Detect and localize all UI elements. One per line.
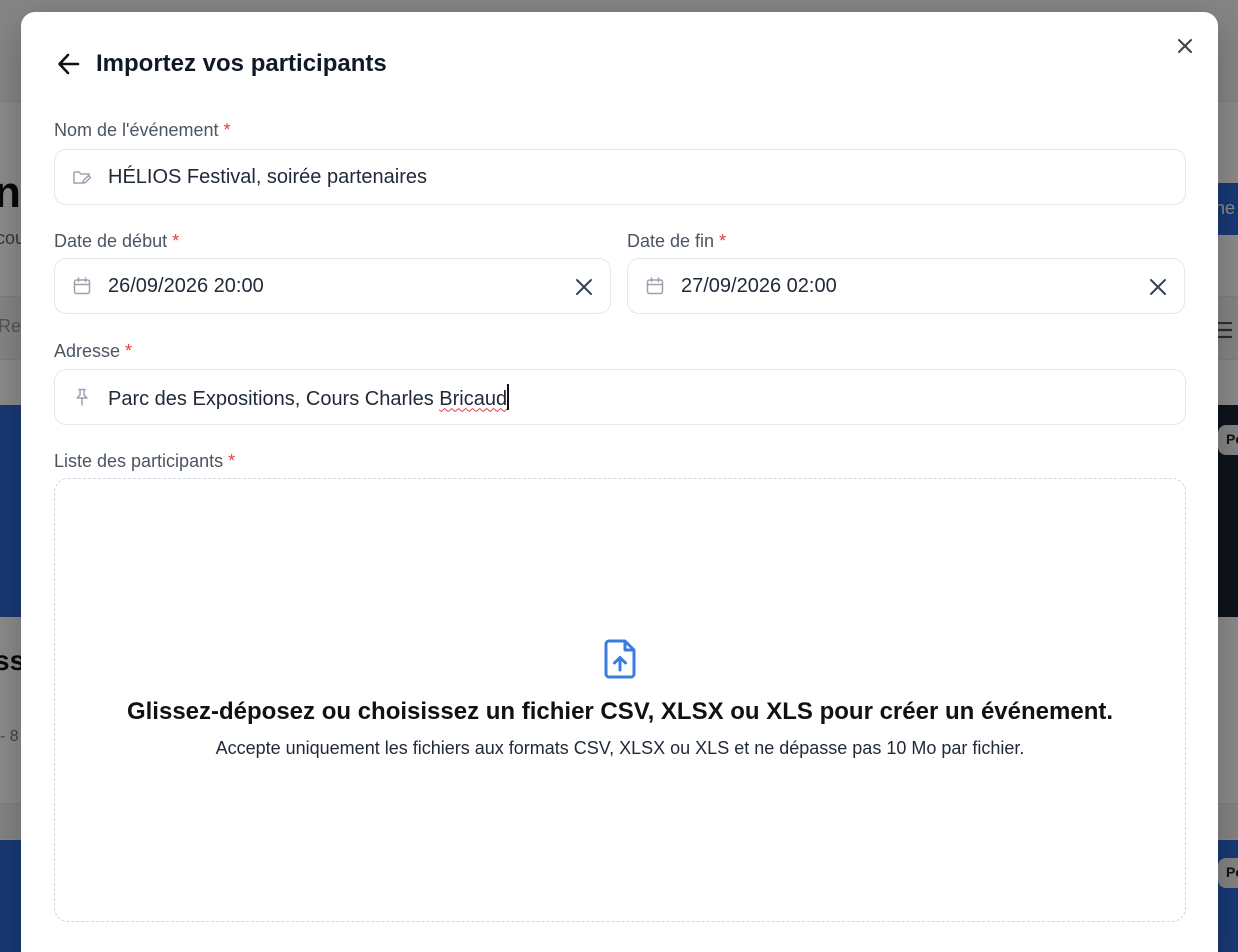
- file-upload-icon: [604, 639, 636, 679]
- file-dropzone[interactable]: Glissez-déposez ou choisissez un fichier…: [54, 478, 1186, 922]
- modal-header: Importez vos participants: [54, 48, 387, 80]
- end-date-clear-button[interactable]: [1146, 275, 1170, 299]
- required-mark: *: [719, 231, 727, 251]
- start-date-field[interactable]: 26/09/2026 20:00: [54, 258, 611, 314]
- modal-title: Importez vos participants: [96, 50, 387, 77]
- calendar-icon: [644, 275, 666, 297]
- start-date-label: Date de début *: [54, 231, 179, 252]
- clear-icon: [576, 279, 592, 295]
- start-date-label-text: Date de début: [54, 231, 168, 251]
- event-name-field[interactable]: HÉLIOS Festival, soirée partenaires: [54, 149, 1186, 205]
- required-mark: *: [223, 120, 231, 140]
- end-date-value: 27/09/2026 02:00: [681, 274, 837, 297]
- spellcheck-word: Bricaud: [439, 387, 508, 410]
- end-date-label: Date de fin *: [627, 231, 726, 252]
- required-mark: *: [125, 341, 133, 361]
- arrow-left-icon: [58, 53, 80, 75]
- dropzone-title: Glissez-déposez ou choisissez un fichier…: [126, 698, 1114, 725]
- address-label-text: Adresse: [54, 341, 121, 361]
- start-date-clear-button[interactable]: [572, 275, 596, 299]
- clear-icon: [1150, 279, 1166, 295]
- address-label: Adresse *: [54, 341, 132, 362]
- required-mark: *: [228, 451, 236, 471]
- pin-icon: [71, 386, 93, 408]
- event-name-label: Nom de l'événement *: [54, 120, 231, 141]
- text-caret: [507, 383, 509, 410]
- end-date-field[interactable]: 27/09/2026 02:00: [627, 258, 1185, 314]
- required-mark: *: [172, 231, 180, 251]
- end-date-label-text: Date de fin: [627, 231, 715, 251]
- participants-label-text: Liste des participants: [54, 451, 224, 471]
- event-name-label-text: Nom de l'événement: [54, 120, 219, 140]
- address-value-text: Parc des Expositions, Cours Charles: [108, 387, 440, 410]
- close-icon: [1178, 39, 1192, 53]
- close-button[interactable]: [1173, 34, 1197, 58]
- import-participants-modal: Importez vos participants Nom de l'événe…: [21, 12, 1218, 952]
- address-value: Parc des Expositions, Cours Charles Bric…: [108, 383, 509, 411]
- back-button[interactable]: [54, 49, 84, 79]
- start-date-value: 26/09/2026 20:00: [108, 274, 264, 297]
- address-field[interactable]: Parc des Expositions, Cours Charles Bric…: [54, 369, 1186, 425]
- folder-edit-icon: [71, 166, 93, 188]
- event-name-value: HÉLIOS Festival, soirée partenaires: [108, 165, 428, 188]
- calendar-icon: [71, 275, 93, 297]
- participants-label: Liste des participants *: [54, 451, 235, 472]
- dropzone-subtitle: Accepte uniquement les fichiers aux form…: [215, 738, 1025, 758]
